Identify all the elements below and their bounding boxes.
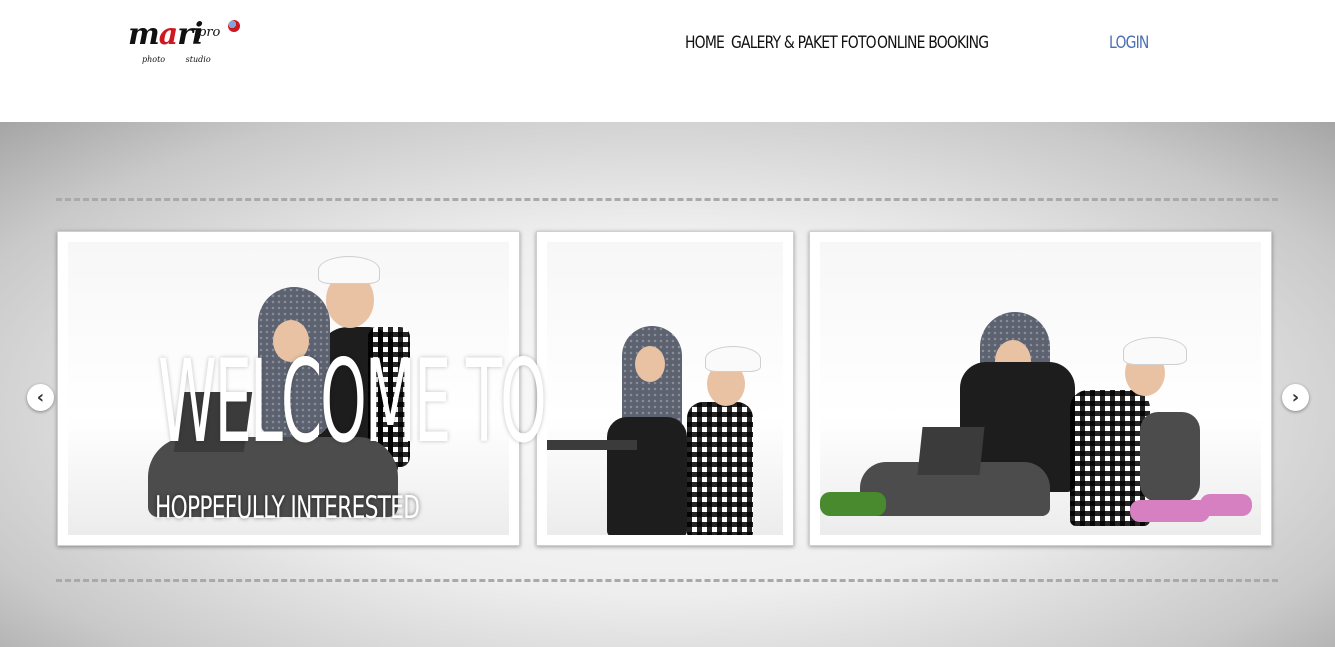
photo-frame-2 (536, 231, 794, 546)
site-header: mari pro photo studio HOME GALERY & PAKE… (0, 0, 1335, 122)
figure-shape (318, 256, 380, 284)
logo-wordmark: mari (128, 17, 203, 52)
figure-shape (687, 402, 753, 535)
login-link[interactable]: LOGIN (1109, 32, 1149, 54)
slide-photo-2 (547, 242, 783, 535)
studio-logo[interactable]: mari pro photo studio (128, 18, 243, 68)
nav-online-booking[interactable]: ONLINE BOOKING (877, 32, 989, 54)
figure-shape (917, 427, 985, 475)
hero-slider: WELCOME TO HOPPEFULLY INTERESTED ‹ › (0, 122, 1335, 647)
logo-caption: photo studio (142, 55, 211, 64)
photo-frame-3 (809, 231, 1272, 546)
figure-shape (1130, 500, 1210, 522)
figure-shape (547, 440, 637, 450)
figure-shape (1140, 412, 1200, 502)
slide-tagline: HOPPEFULLY INTERESTED (155, 490, 420, 526)
slide-photo-3 (820, 242, 1261, 535)
figure-shape (635, 346, 665, 382)
dashed-divider-top (56, 198, 1278, 201)
figure-shape (1123, 337, 1187, 365)
chevron-left-icon: ‹ (36, 387, 45, 408)
main-nav: HOME GALERY & PAKET FOTO ONLINE BOOKING (685, 32, 989, 54)
figure-shape (820, 492, 886, 516)
slider-next-button[interactable]: › (1282, 384, 1309, 411)
figure-shape (1200, 494, 1252, 516)
nav-galery-paket-foto[interactable]: GALERY & PAKET FOTO (731, 32, 877, 54)
slider-prev-button[interactable]: ‹ (27, 384, 54, 411)
nav-home[interactable]: HOME (685, 32, 725, 54)
chevron-right-icon: › (1291, 387, 1300, 408)
figure-shape (607, 417, 687, 535)
figure-shape (705, 346, 761, 372)
dashed-divider-bottom (56, 579, 1278, 582)
slide-headline: WELCOME TO (158, 335, 547, 468)
logo-dot-icon (228, 20, 240, 32)
logo-pro-text: pro (198, 25, 221, 40)
